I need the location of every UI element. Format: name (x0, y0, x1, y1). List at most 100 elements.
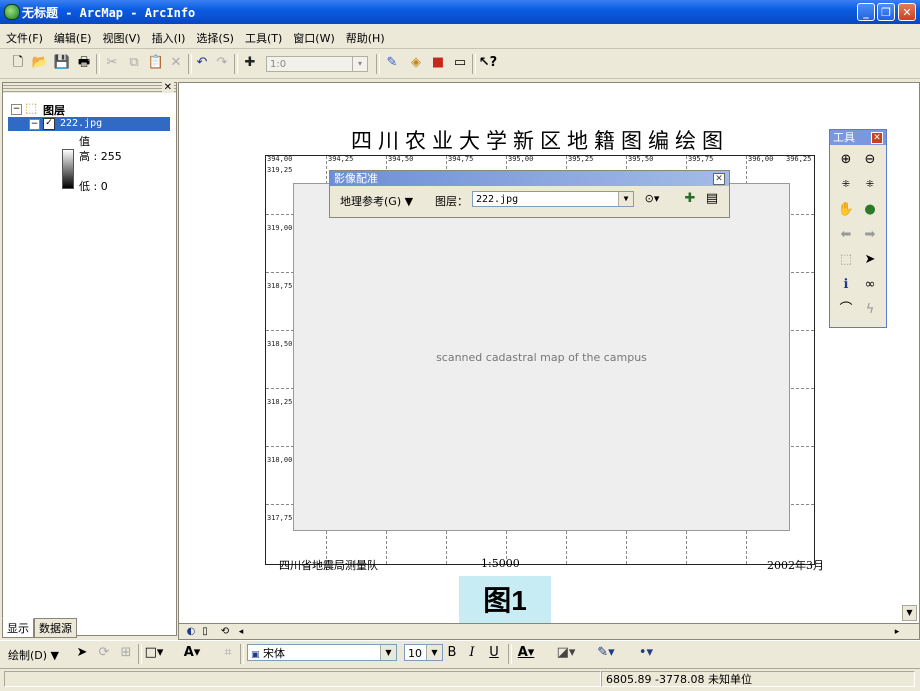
rotate-element-icon[interactable]: ⟳ (94, 643, 114, 663)
add-data-icon[interactable]: ✚ (240, 53, 260, 73)
map-data-frame[interactable]: 四川农业大学新区地籍图编绘图 394,00 394,25 394,50 394,… (178, 82, 920, 624)
georef-layer-value: 222.jpg (476, 194, 519, 205)
drawing-menu[interactable]: 绘制(D) ▼ (8, 647, 59, 663)
new-text-icon[interactable]: A▾ (182, 643, 202, 663)
fixed-zoom-in-icon[interactable]: ⁜ (836, 175, 856, 195)
x-tick-label: 394,75 (448, 155, 474, 163)
command-line-icon[interactable]: ▭ (450, 53, 470, 73)
toolbar-separator (96, 54, 100, 74)
fill-color-icon[interactable]: ◪▾ (556, 643, 576, 663)
arctoolbox-icon[interactable]: ■ (428, 53, 448, 73)
select-features-icon[interactable]: ⬚ (836, 250, 856, 270)
font-size-dropdown[interactable]: ▼ (426, 645, 442, 660)
full-extent-globe-icon[interactable]: ● (860, 200, 880, 220)
toc-grip[interactable] (3, 83, 176, 93)
arccatalog-icon[interactable]: ◈ (406, 53, 426, 73)
layers-collapse-toggle[interactable]: − (11, 104, 22, 115)
redo-icon[interactable]: ↷ (212, 53, 232, 73)
font-name-dropdown[interactable]: ▼ (380, 645, 396, 660)
toolbar-separator (138, 644, 142, 664)
menu-insert[interactable]: 插入(I) (146, 26, 191, 46)
map-scale-combo[interactable]: 1:0 ▾ (266, 56, 368, 72)
underline-button[interactable]: U (484, 643, 504, 663)
menu-bar: 文件(F) 编辑(E) 视图(V) 插入(I) 选择(S) 工具(T) 窗口(W) 帮助(H) (0, 26, 920, 49)
georeferencing-menu[interactable]: 地理参考(G) ▼ (340, 193, 413, 209)
measure-icon[interactable]: ⌒ (836, 300, 856, 320)
hyperlink-icon[interactable]: ϟ (860, 300, 880, 320)
menu-help[interactable]: 帮助(H) (340, 26, 390, 46)
undo-icon[interactable]: ↶ (192, 53, 212, 73)
x-tick-label: 395,25 (568, 155, 594, 163)
layer-name[interactable]: 222.jpg (60, 118, 102, 129)
back-extent-icon[interactable]: ⬅ (836, 225, 856, 245)
menu-tools[interactable]: 工具(T) (239, 26, 287, 46)
editor-toolbar-icon[interactable]: ✎ (382, 53, 402, 73)
toc-close-button[interactable]: ✕ (161, 82, 174, 93)
scroll-right-button[interactable]: ▸ (887, 622, 907, 642)
select-elements-arrow-icon[interactable]: ➤ (860, 250, 880, 270)
save-icon[interactable]: 💾 (52, 53, 72, 73)
map-view-bar: ◐ ▯ ⟲ ◂ ▸ (178, 623, 920, 640)
open-folder-icon[interactable]: 📂 (30, 53, 50, 73)
zoom-out-icon[interactable]: ⊖ (860, 150, 880, 170)
y-tick-label: 318,50 (267, 340, 293, 348)
new-document-icon[interactable]: 🗋 (8, 53, 28, 73)
window-title: 无标题 - ArcMap - ArcInfo (22, 6, 196, 20)
select-elements-icon[interactable]: ➤ (72, 643, 92, 663)
font-name-value: 宋体 (263, 647, 286, 660)
rotate-tool-icon[interactable]: ⊙▾ (642, 189, 662, 209)
bold-button[interactable]: B (442, 643, 462, 663)
layers-root-label[interactable]: 图层 (43, 102, 65, 118)
marker-color-icon[interactable]: •▾ (636, 643, 656, 663)
copy-icon[interactable]: ⧉ (124, 53, 144, 73)
fixed-zoom-out-icon[interactable]: ⁜ (860, 175, 880, 195)
cut-icon[interactable]: ✂ (102, 53, 122, 73)
italic-button[interactable]: I (462, 643, 482, 663)
menu-edit[interactable]: 编辑(E) (48, 26, 97, 46)
map-scale-value: 1:0 (270, 59, 287, 70)
layer-label: 图层： (435, 195, 468, 208)
whats-this-help-icon[interactable]: ↖? (478, 53, 498, 73)
georef-close-button[interactable]: ✕ (713, 173, 725, 185)
line-color-icon[interactable]: ✎▾ (596, 643, 616, 663)
georef-layer-dropdown[interactable]: ▼ (618, 192, 633, 206)
tools-close-button[interactable]: ✕ (871, 132, 883, 144)
menu-file[interactable]: 文件(F) (0, 26, 48, 46)
layer-collapse-toggle[interactable]: − (29, 119, 40, 130)
x-tick-label: 395,00 (508, 155, 534, 163)
font-size-combo[interactable]: 10 ▼ (404, 644, 443, 661)
print-icon[interactable]: 🖶 (74, 53, 94, 73)
edit-vertices-icon[interactable]: ⌗ (218, 643, 238, 663)
rectangle-tool-icon[interactable]: □▾ (144, 643, 164, 663)
forward-extent-icon[interactable]: ➡ (860, 225, 880, 245)
font-color-icon[interactable]: A▾ (516, 643, 536, 663)
add-control-points-icon[interactable]: ✚ (680, 189, 700, 209)
minimize-button[interactable]: _ (857, 3, 875, 21)
scroll-down-button[interactable]: ▼ (902, 605, 917, 621)
georef-titlebar[interactable]: 影像配准 (330, 171, 729, 186)
close-button[interactable]: ✕ (898, 3, 916, 21)
delete-icon[interactable]: ✕ (166, 53, 186, 73)
find-binoculars-icon[interactable]: ∞ (860, 275, 880, 295)
x-tick-label: 394,00 (267, 155, 293, 163)
paste-icon[interactable]: 📋 (146, 53, 166, 73)
georef-layer-combo[interactable]: 222.jpg ▼ (472, 191, 634, 207)
toolbar-separator (376, 54, 380, 74)
scale-dropdown-arrow[interactable]: ▾ (352, 57, 367, 71)
menu-selection[interactable]: 选择(S) (190, 26, 239, 46)
view-link-table-icon[interactable]: ▤ (702, 189, 722, 209)
maximize-button[interactable]: ❐ (877, 3, 895, 21)
pan-hand-icon[interactable]: ✋ (836, 200, 856, 220)
identify-icon[interactable]: ℹ (836, 275, 856, 295)
zoom-in-icon[interactable]: ⊕ (836, 150, 856, 170)
tab-display[interactable]: 显示 (2, 618, 34, 638)
font-name-combo[interactable]: ▣ 宋体 ▼ (247, 644, 397, 661)
layout-view-icon[interactable]: ▯ (195, 622, 215, 642)
tab-source[interactable]: 数据源 (34, 618, 77, 638)
scroll-left-button[interactable]: ◂ (231, 622, 251, 642)
layer-visibility-checkbox[interactable]: ✓ (43, 118, 55, 130)
menu-window[interactable]: 窗口(W) (287, 26, 339, 46)
zoom-to-selected-icon[interactable]: ⊞ (116, 643, 136, 663)
georef-title: 影像配准 (334, 172, 378, 185)
menu-view[interactable]: 视图(V) (96, 26, 145, 46)
